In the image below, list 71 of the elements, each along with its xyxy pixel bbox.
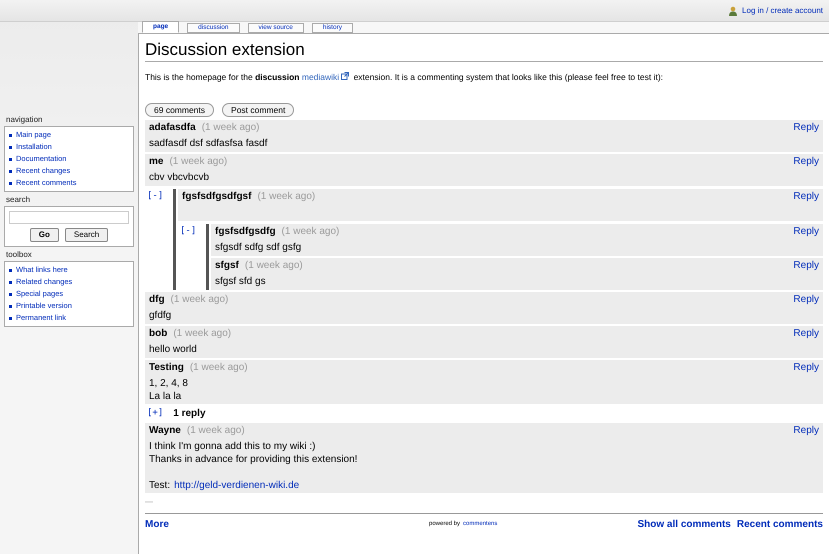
search-field[interactable] xyxy=(9,211,129,224)
search-button[interactable]: Go xyxy=(30,228,59,242)
comment-text: sadfasdf dsf sdfasfsa fasdf xyxy=(149,137,268,150)
reply-link[interactable]: Reply xyxy=(793,189,819,204)
comment-time: (1 week ago) xyxy=(173,327,232,342)
comment-text: hello world xyxy=(149,343,198,356)
reply-link[interactable]: Reply xyxy=(793,292,819,308)
comment-text: I think I'm gonna add this to my wiki :) xyxy=(149,440,316,453)
user-icon xyxy=(728,6,738,16)
collapse-toggle[interactable]: [-] xyxy=(147,190,164,204)
comment-time: (1 week ago) xyxy=(169,155,228,170)
toolbar-button[interactable]: Post comment xyxy=(222,102,294,117)
reply-link[interactable]: Reply xyxy=(793,120,819,136)
comment-text: gfdfg xyxy=(149,309,172,322)
bullet-icon xyxy=(9,170,12,172)
comment-author: fgsfsdfgsdfg xyxy=(215,225,276,240)
portlet-heading: toolbox xyxy=(5,249,33,261)
toolbar-button[interactable]: 69 comments xyxy=(145,102,214,117)
comment-text: sfgsdf sdfg sdf gsfg xyxy=(215,241,302,254)
end-mark: — xyxy=(145,496,154,507)
portlet-heading: search xyxy=(5,194,32,206)
comment-time: (1 week ago) xyxy=(202,121,260,136)
external-link-icon xyxy=(341,72,350,80)
reply-link[interactable]: Reply xyxy=(793,326,819,342)
comment-text: Test: xyxy=(149,478,170,492)
bullet-icon xyxy=(9,304,12,308)
comment-time: (1 week ago) xyxy=(282,225,340,240)
reply-link[interactable]: Reply xyxy=(793,423,819,438)
comment-text: 1, 2, 4, 8 xyxy=(149,376,189,390)
comment-time: (1 week ago) xyxy=(186,424,245,438)
comment-author: Testing xyxy=(149,361,184,376)
login-link[interactable]: Log in / create account xyxy=(742,4,823,16)
comment-time: (1 week ago) xyxy=(257,190,316,204)
bullet-icon xyxy=(9,158,12,160)
footer-link[interactable]: Recent comments xyxy=(736,516,823,532)
comment-time: (1 week ago) xyxy=(244,259,303,274)
intro-text: This is the homepage for the discussion mediawiki extension. It is a commenting system that looks like this (please feel free to test it): xyxy=(145,71,664,84)
comment-text: Thanks in advance for providing this extension! xyxy=(149,452,358,466)
comment-time: (1 week ago) xyxy=(190,361,248,376)
collapse-toggle[interactable]: [-] xyxy=(180,224,196,238)
reply-link[interactable]: Reply xyxy=(793,360,819,376)
comment-author: me xyxy=(149,155,164,170)
bullet-icon xyxy=(9,280,12,284)
portlet-heading: navigation xyxy=(5,114,44,126)
comment-author: fgsfsdfgsdfgsf xyxy=(182,190,252,204)
comment-author: Wayne xyxy=(149,424,181,438)
more-link[interactable]: More xyxy=(145,516,169,532)
comment-author: bob xyxy=(149,327,168,342)
comment-text: La la la xyxy=(149,390,182,403)
comment-text: sfgsf sfd gs xyxy=(215,275,267,288)
comment-text: cbv vbcvbcvb xyxy=(149,171,210,184)
search-button[interactable]: Search xyxy=(64,228,108,242)
reply-link[interactable]: Reply xyxy=(793,224,819,240)
bullet-icon xyxy=(9,134,12,136)
bullet-icon xyxy=(9,146,12,148)
bullet-icon xyxy=(9,268,12,272)
reply-link[interactable]: Reply xyxy=(793,258,819,274)
comment-link[interactable]: http://geld-verdienen-wiki.de xyxy=(174,478,300,492)
bullet-icon xyxy=(9,316,12,320)
footer-link[interactable]: Show all comments xyxy=(637,516,731,532)
bullet-icon xyxy=(9,292,12,296)
reply-count: 1 reply xyxy=(173,406,206,421)
expand-toggle[interactable]: [+] xyxy=(147,406,164,420)
bullet-icon xyxy=(9,182,12,184)
comment-author: dfg xyxy=(149,293,165,308)
page-title: Discussion extension xyxy=(145,40,306,60)
reply-link[interactable]: Reply xyxy=(793,154,819,170)
mediawiki-link[interactable]: mediawiki xyxy=(302,72,352,82)
comment-time: (1 week ago) xyxy=(170,293,228,308)
comment-author: adafasdfa xyxy=(149,121,196,136)
comment-author: sfgsf xyxy=(215,259,239,274)
